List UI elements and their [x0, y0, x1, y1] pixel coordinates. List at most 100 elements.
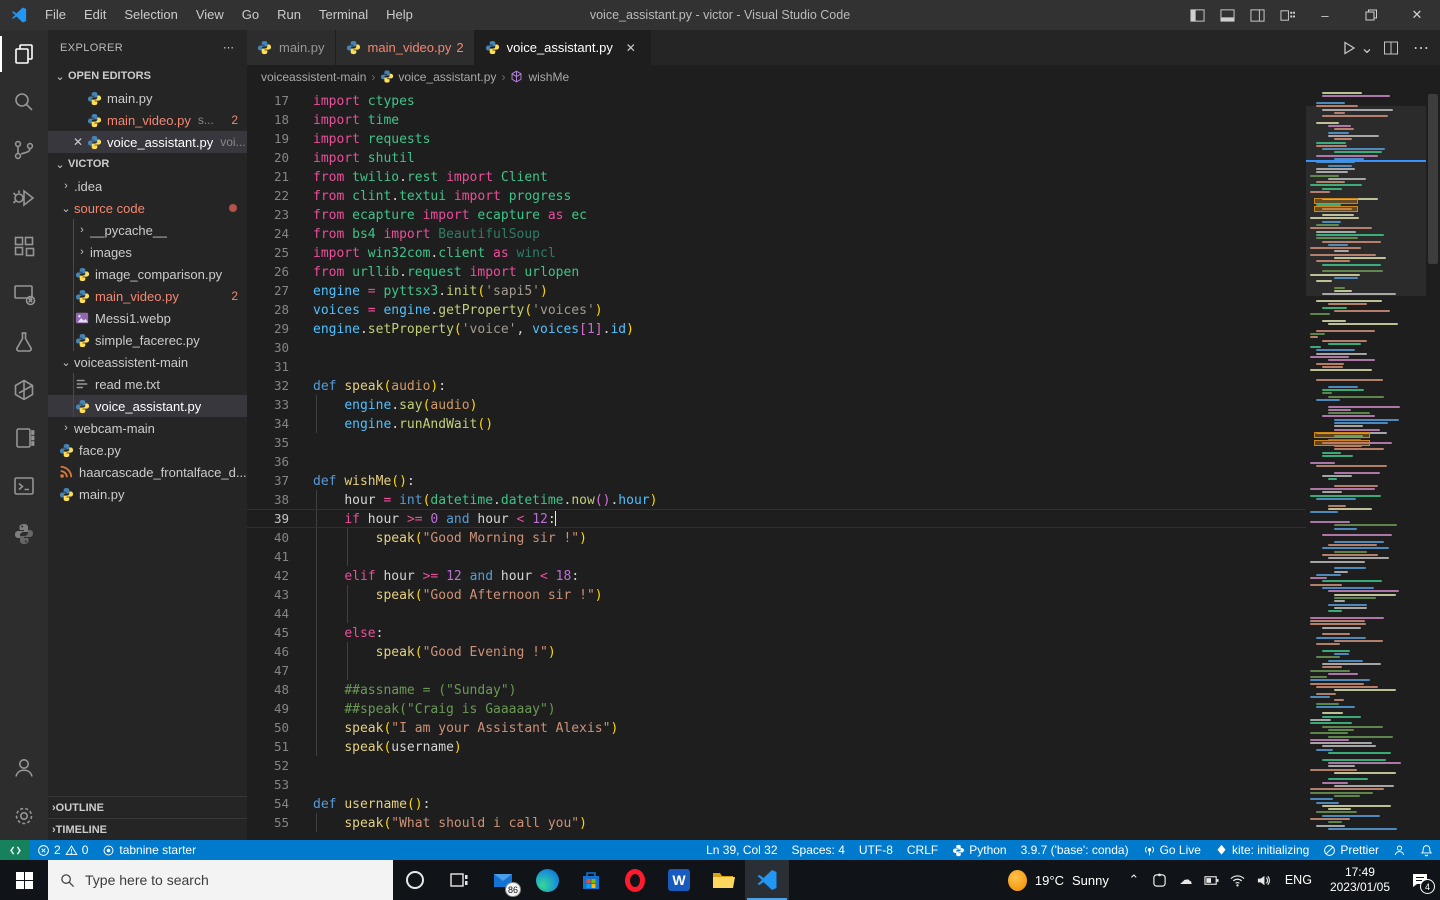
menu-go[interactable]: Go [233, 0, 268, 30]
wifi-icon[interactable] [1225, 860, 1251, 900]
activitybar-files-icon[interactable] [0, 30, 48, 78]
language-indicator[interactable]: ENG [1277, 873, 1320, 887]
close-button[interactable]: ✕ [1394, 0, 1440, 30]
run-python-file-icon[interactable] [1336, 35, 1362, 61]
vscode-taskbar-button[interactable] [745, 860, 789, 900]
menu-file[interactable]: File [36, 0, 75, 30]
breadcrumb-item[interactable]: wishMe [510, 70, 569, 84]
cursor-position[interactable]: Ln 39, Col 32 [699, 840, 784, 860]
more-actions-icon[interactable]: ⋯ [1408, 35, 1434, 61]
run-dropdown-chevron-icon[interactable]: ⌄ [1360, 35, 1374, 61]
activitybar-run-debug-icon[interactable] [0, 174, 48, 222]
tree-file[interactable]: main_video.py 2 [48, 285, 247, 307]
taskbar-search-input[interactable]: Type here to search [48, 860, 393, 900]
tree-file[interactable]: simple_facerec.py [48, 329, 247, 351]
mail-button[interactable]: 86 [481, 860, 525, 900]
tree-folder[interactable]: ⌄ source code [48, 197, 247, 219]
word-button[interactable]: W [657, 860, 701, 900]
tree-file[interactable]: read me.txt [48, 373, 247, 395]
battery-icon[interactable] [1199, 860, 1225, 900]
notification-center-button[interactable]: 4 [1400, 860, 1440, 900]
clock[interactable]: 17:49 2023/01/05 [1320, 865, 1400, 895]
activitybar-remote-explorer-icon[interactable] [0, 270, 48, 318]
open-editors-section[interactable]: ⌄ OPEN EDITORS [48, 65, 247, 87]
feedback[interactable] [1386, 840, 1413, 860]
eol[interactable]: CRLF [900, 840, 945, 860]
editor-scrollbar[interactable] [1426, 88, 1440, 840]
weather-widget[interactable]: 19°C Sunny [996, 869, 1121, 891]
encoding[interactable]: UTF-8 [852, 840, 900, 860]
task-view-button[interactable] [437, 860, 481, 900]
kite-status[interactable]: kite: initializing [1208, 840, 1316, 860]
notifications-bell[interactable] [1413, 840, 1440, 860]
tree-file[interactable]: voice_assistant.py [48, 395, 247, 417]
start-button[interactable] [0, 860, 48, 900]
python-interpreter[interactable]: 3.9.7 ('base': conda) [1014, 840, 1136, 860]
language-mode[interactable]: Python [945, 840, 1013, 860]
activitybar-terminal-icon[interactable] [0, 462, 48, 510]
open-editor-item[interactable]: main_video.py s... 2 [48, 109, 247, 131]
outline-section[interactable]: › OUTLINE [48, 796, 247, 818]
remote-indicator[interactable] [0, 840, 30, 860]
activitybar-search-icon[interactable] [0, 78, 48, 126]
menu-terminal[interactable]: Terminal [310, 0, 377, 30]
prettier[interactable]: Prettier [1316, 840, 1386, 860]
edge-button[interactable] [525, 860, 569, 900]
code-editor[interactable]: 17 import ctypes 18 import time 19 import req… [247, 88, 1306, 840]
toggle-panel-icon[interactable] [1212, 0, 1242, 30]
tray-chevron-up-icon[interactable]: ⌃ [1121, 860, 1147, 900]
breadcrumb-item[interactable]: voiceassistent-main [261, 70, 366, 84]
split-editor-icon[interactable] [1378, 35, 1404, 61]
activitybar-notebook-icon[interactable] [0, 414, 48, 462]
activitybar-testing-icon[interactable] [0, 318, 48, 366]
activitybar-source-control-icon[interactable] [0, 126, 48, 174]
restore-button[interactable] [1348, 0, 1394, 30]
tree-folder[interactable]: › __pycache__ [48, 219, 247, 241]
file-explorer-button[interactable] [701, 860, 745, 900]
tab-voice_assistant.py[interactable]: voice_assistant.py ✕ [474, 30, 651, 65]
volume-icon[interactable] [1251, 860, 1277, 900]
menu-view[interactable]: View [187, 0, 233, 30]
tabnine[interactable]: tabnine starter [95, 840, 203, 860]
tree-file[interactable]: main.py [48, 483, 247, 505]
close-editor-icon[interactable]: ✕ [70, 135, 86, 149]
tree-folder[interactable]: › images [48, 241, 247, 263]
tab-main_video.py[interactable]: main_video.py 2 [335, 30, 475, 65]
activitybar-python-icon[interactable] [0, 510, 48, 558]
tree-folder[interactable]: › webcam-main [48, 417, 247, 439]
tree-file[interactable]: image_comparison.py [48, 263, 247, 285]
minimap[interactable] [1306, 88, 1426, 840]
menu-help[interactable]: Help [377, 0, 422, 30]
activitybar-package-icon[interactable] [0, 366, 48, 414]
cortana-button[interactable] [393, 860, 437, 900]
onedrive-icon[interactable]: ☁ [1173, 860, 1199, 900]
menu-run[interactable]: Run [268, 0, 310, 30]
tree-folder[interactable]: › .idea [48, 175, 247, 197]
tree-file[interactable]: haarcascade_frontalface_d... [48, 461, 247, 483]
pen-icon[interactable] [1147, 860, 1173, 900]
store-button[interactable] [569, 860, 613, 900]
tab-main.py[interactable]: main.py [247, 30, 336, 65]
tree-file[interactable]: Messi1.webp [48, 307, 247, 329]
open-editor-item[interactable]: ✕ voice_assistant.py voi... [48, 131, 247, 153]
breadcrumb-item[interactable]: voice_assistant.py [380, 70, 496, 84]
close-tab-icon[interactable]: ✕ [622, 41, 640, 55]
customize-layout-icon[interactable] [1272, 0, 1302, 30]
explorer-actions-icon[interactable]: ⋯ [223, 41, 235, 54]
toggle-sidebar-icon[interactable] [1182, 0, 1212, 30]
go-live[interactable]: Go Live [1136, 840, 1208, 860]
activitybar-settings-gear-icon[interactable] [0, 792, 48, 840]
menu-selection[interactable]: Selection [115, 0, 186, 30]
activitybar-account-icon[interactable] [0, 744, 48, 792]
timeline-section[interactable]: › TIMELINE [48, 818, 247, 840]
opera-button[interactable] [613, 860, 657, 900]
tree-file[interactable]: face.py [48, 439, 247, 461]
workspace-section[interactable]: ⌄ VICTOR [48, 153, 247, 175]
menu-edit[interactable]: Edit [75, 0, 115, 30]
minimize-button[interactable]: – [1302, 0, 1348, 30]
activitybar-extensions-icon[interactable] [0, 222, 48, 270]
indentation[interactable]: Spaces: 4 [785, 840, 852, 860]
toggle-secondary-sidebar-icon[interactable] [1242, 0, 1272, 30]
tree-folder[interactable]: ⌄ voiceassistent-main [48, 351, 247, 373]
open-editor-item[interactable]: main.py [48, 87, 247, 109]
